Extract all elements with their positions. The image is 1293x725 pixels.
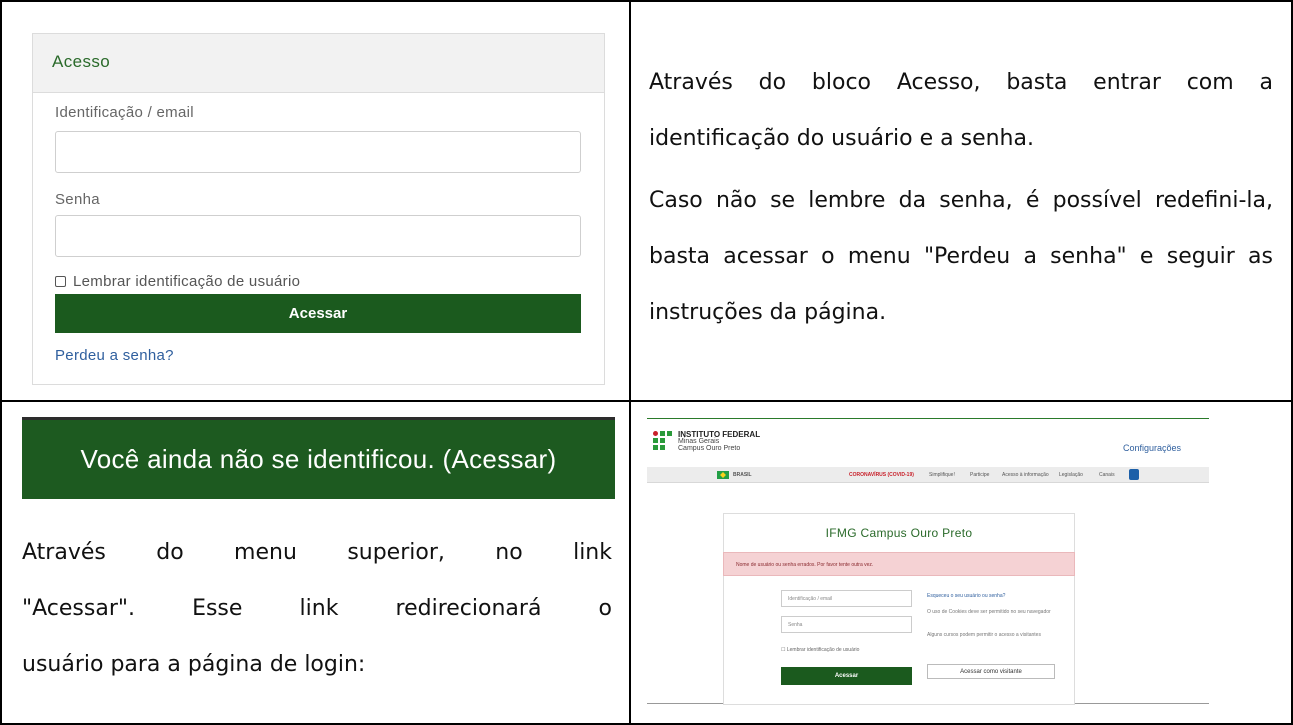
gov-bar-item-legislacao[interactable]: Legislação xyxy=(1059,472,1083,478)
logo-text: INSTITUTO FEDERAL Minas Gerais Campus Ou… xyxy=(678,430,761,453)
gov-bar-item-canais[interactable]: Canais xyxy=(1099,472,1115,478)
password-label: Senha xyxy=(55,191,100,208)
config-link[interactable]: Configurações xyxy=(1123,443,1181,453)
brazil-flag-icon xyxy=(717,471,729,479)
remember-label: Lembrar identificação de usuário xyxy=(73,273,301,290)
identification-input[interactable] xyxy=(55,131,581,173)
gov-bar-covid[interactable]: CORONAVÍRUS (COVID-19) xyxy=(849,472,914,478)
gov-bar: BRASIL CORONAVÍRUS (COVID-19) Simplifiqu… xyxy=(647,467,1209,483)
document-table: Acesso Identificação / email Senha Lembr… xyxy=(0,0,1293,725)
lost-password-link[interactable]: Perdeu a senha? xyxy=(55,347,174,364)
description-paragraph-1: Através do bloco Acesso, basta entrar co… xyxy=(649,70,1273,151)
login-button[interactable]: Acessar xyxy=(55,294,581,333)
description-line-3: usuário para a página de login: xyxy=(22,652,366,677)
banner-text[interactable]: Você ainda não se identificou. (Acessar) xyxy=(81,444,557,475)
accessibility-icon[interactable] xyxy=(1129,469,1139,480)
login-page-ident-input[interactable]: Identificação / email xyxy=(781,590,912,607)
remember-checkbox[interactable] xyxy=(55,276,66,287)
login-page-remember-label: Lembrar identificação de usuário xyxy=(786,647,860,653)
logo-subtitle-1: Minas Gerais xyxy=(678,438,720,445)
logo-icon xyxy=(653,431,673,451)
login-page-password-input[interactable]: Senha xyxy=(781,616,912,633)
gov-bar-item-participe[interactable]: Participe xyxy=(970,472,989,478)
login-block-title: Acesso xyxy=(33,34,604,93)
gov-bar-item-simplifique[interactable]: Simplifique! xyxy=(929,472,955,478)
description-line-2: "Acessar". Esse link redirecionará o xyxy=(22,596,612,621)
cookies-note: O uso de Cookies deve ser permitido no s… xyxy=(927,609,1051,615)
remember-checkbox-row[interactable]: Lembrar identificação de usuário xyxy=(55,273,300,290)
table-column-divider xyxy=(629,0,631,725)
logo-title: INSTITUTO FEDERAL xyxy=(678,430,761,439)
gov-bar-item-acesso-informacao[interactable]: Acesso à informação xyxy=(1002,472,1049,478)
logo-subtitle-2: Campus Ouro Preto xyxy=(678,445,741,452)
table-border-left xyxy=(0,0,2,725)
table-border-top xyxy=(0,0,1293,2)
login-error-message: Nome de usuário ou senha errados. Por fa… xyxy=(723,552,1075,576)
guest-login-button[interactable]: Acessar como visitante xyxy=(927,664,1055,679)
login-page-screenshot: INSTITUTO FEDERAL Minas Gerais Campus Ou… xyxy=(647,418,1209,705)
table-row-divider xyxy=(0,400,1293,402)
login-page-remember[interactable]: ☐ Lembrar identificação de usuário xyxy=(781,647,859,653)
description-line-1: Através do menu superior, no link xyxy=(22,540,612,565)
bottom-left-description: Através do menu superior, no link "Acess… xyxy=(22,525,612,693)
description-paragraph-2: Caso não se lembre da senha, é possível … xyxy=(649,188,1273,325)
login-page-submit-button[interactable]: Acessar xyxy=(781,667,912,685)
forgot-credentials-link[interactable]: Esqueceu o seu usuário ou senha? xyxy=(927,593,1067,600)
gov-bar-brasil[interactable]: BRASIL xyxy=(733,472,752,478)
institute-logo: INSTITUTO FEDERAL Minas Gerais Campus Ou… xyxy=(653,431,760,452)
guest-note: Alguns cursos podem permitir o acesso a … xyxy=(927,632,1041,638)
top-right-description: Através do bloco Acesso, basta entrar co… xyxy=(649,55,1273,347)
identification-banner: Você ainda não se identificou. (Acessar) xyxy=(22,417,615,499)
identification-label: Identificação / email xyxy=(55,104,194,121)
login-page-box: IFMG Campus Ouro Preto Nome de usuário o… xyxy=(723,513,1075,705)
password-input[interactable] xyxy=(55,215,581,257)
login-block: Acesso Identificação / email Senha Lembr… xyxy=(32,33,605,385)
login-page-title: IFMG Campus Ouro Preto xyxy=(825,526,973,540)
